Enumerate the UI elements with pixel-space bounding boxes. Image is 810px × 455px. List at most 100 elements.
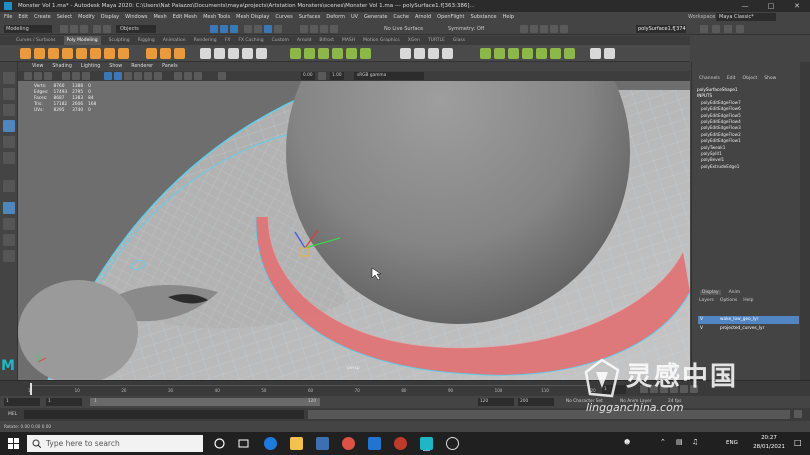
ipr-render-icon[interactable] (540, 25, 548, 33)
attribute-editor-icon[interactable] (712, 25, 720, 33)
shelf-tab-sculpting[interactable]: Sculpting (109, 36, 130, 45)
save-scene-icon[interactable] (80, 25, 88, 33)
new-scene-icon[interactable] (60, 25, 68, 33)
mail-icon[interactable] (368, 437, 381, 450)
camera-based-map-icon[interactable] (550, 48, 561, 59)
3d-viewport[interactable] (18, 62, 690, 380)
resolution-gate-icon[interactable] (82, 72, 90, 80)
layer-tab-anim[interactable]: Anim (729, 290, 741, 295)
viewport-menu-renderer[interactable]: Renderer (131, 62, 153, 71)
selection-mode-dropdown[interactable]: Objects (116, 25, 156, 33)
select-camera-icon[interactable] (24, 72, 32, 80)
outliner-layout-icon[interactable] (3, 250, 15, 262)
automatic-map-icon[interactable] (508, 48, 519, 59)
menu-windows[interactable]: Windows (125, 14, 147, 20)
menu-display[interactable]: Display (101, 14, 119, 20)
xray-icon[interactable] (174, 72, 182, 80)
xray-joints-icon[interactable] (184, 72, 192, 80)
connect-icon[interactable] (428, 48, 439, 59)
cylindrical-map-icon[interactable] (522, 48, 533, 59)
poly-sphere-icon[interactable] (20, 48, 31, 59)
exposure-field[interactable]: 0.00 (301, 72, 315, 80)
shelf-tab-fx[interactable]: FX (225, 36, 231, 45)
smooth-shade-icon[interactable] (114, 72, 122, 80)
modeling-toolkit-icon[interactable] (700, 25, 708, 33)
end-time-field[interactable]: 200 (518, 398, 554, 406)
shelf-tab-arnold[interactable]: Arnold (297, 36, 312, 45)
right-side-tabs[interactable] (800, 62, 810, 380)
snap-point-icon[interactable] (320, 25, 328, 33)
menuset-dropdown[interactable]: Modeling (4, 25, 52, 33)
platonic-solid-icon[interactable] (118, 48, 129, 59)
store-icon[interactable] (316, 437, 329, 450)
channel-menu-show[interactable]: Show (764, 76, 776, 81)
layer-menu-options[interactable]: Options (720, 298, 737, 303)
shelf-tab-glass[interactable]: Glass (453, 36, 465, 45)
last-tool-icon[interactable] (3, 180, 15, 192)
command-input[interactable] (24, 410, 304, 419)
symmetry-dropdown[interactable]: Symmetry: Off (438, 25, 498, 33)
shelf-tab-mash[interactable]: MASH (342, 36, 355, 45)
name-field[interactable]: polySurface1.f[374] (636, 25, 686, 33)
select-tool-icon[interactable] (3, 72, 15, 84)
script-editor-icon[interactable] (794, 410, 802, 418)
bevel-icon[interactable] (318, 48, 329, 59)
select-by-hierarchy-icon[interactable] (210, 25, 218, 33)
menu-edit[interactable]: Edit (18, 14, 28, 20)
separate-icon[interactable] (214, 48, 225, 59)
persp-graph-layout-icon[interactable] (3, 234, 15, 246)
menu-deform[interactable]: Deform (326, 14, 345, 20)
tool-settings-icon[interactable] (724, 25, 732, 33)
menu-file[interactable]: File (4, 14, 12, 20)
redo-icon[interactable] (103, 25, 111, 33)
menu-substance[interactable]: Substance (470, 14, 496, 20)
poly-plane-icon[interactable] (90, 48, 101, 59)
viewport-menu-panels[interactable]: Panels (162, 62, 177, 71)
merge-icon[interactable] (360, 48, 371, 59)
snap-grid-icon[interactable] (300, 25, 308, 33)
shelf-tab-poly-modeling[interactable]: Poly Modeling (63, 36, 101, 45)
face-mode-icon[interactable] (264, 25, 272, 33)
menu-curves[interactable]: Curves (275, 14, 292, 20)
live-surface-field[interactable]: No Live Surface (372, 25, 432, 33)
poly-cylinder-icon[interactable] (48, 48, 59, 59)
uv-editor-icon[interactable] (480, 48, 491, 59)
smooth-icon[interactable] (228, 48, 239, 59)
bridge-icon[interactable] (304, 48, 315, 59)
cortana-icon[interactable] (214, 438, 225, 449)
poly-disc-icon[interactable] (104, 48, 115, 59)
windows-start-icon[interactable] (8, 438, 19, 449)
grid-icon[interactable] (62, 72, 70, 80)
spherical-map-icon[interactable] (536, 48, 547, 59)
workspace-dropdown[interactable]: Maya Classic* (716, 13, 776, 21)
menu-help[interactable]: Help (503, 14, 514, 20)
select-by-object-icon[interactable] (220, 25, 228, 33)
menu-mesh[interactable]: Mesh (153, 14, 166, 20)
script-language-label[interactable]: MEL (8, 411, 17, 418)
render-frame-icon[interactable] (530, 25, 538, 33)
task-view-icon[interactable] (238, 438, 249, 449)
gamma-icon[interactable] (318, 72, 326, 80)
select-by-component-icon[interactable] (230, 25, 238, 33)
menu-surfaces[interactable]: Surfaces (299, 14, 321, 20)
poly-text-icon[interactable] (160, 48, 171, 59)
clock-app-icon[interactable] (446, 437, 459, 450)
unfold-icon[interactable] (564, 48, 575, 59)
colorspace-dropdown[interactable]: sRGB gamma (354, 72, 424, 80)
combine-icon[interactable] (200, 48, 211, 59)
boolean-icon[interactable] (242, 48, 253, 59)
rotate-tool-icon[interactable] (3, 136, 15, 148)
poly-torus-icon[interactable] (76, 48, 87, 59)
menu-mesh-display[interactable]: Mesh Display (236, 14, 269, 20)
lasso-tool-icon[interactable] (3, 88, 15, 100)
open-scene-icon[interactable] (70, 25, 78, 33)
vertex-mode-icon[interactable] (244, 25, 252, 33)
channel-box-toggle-icon[interactable] (736, 25, 744, 33)
layer-tab-display[interactable]: Display (700, 290, 721, 295)
maya-taskbar-icon[interactable] (420, 437, 433, 450)
volume-icon[interactable]: ♫ (692, 438, 698, 446)
textured-icon[interactable] (134, 72, 142, 80)
close-button[interactable]: ✕ (784, 0, 810, 12)
shelf-tab-turtle[interactable]: TURTLE (428, 36, 445, 45)
clock-time[interactable]: 20:27 (752, 435, 786, 441)
